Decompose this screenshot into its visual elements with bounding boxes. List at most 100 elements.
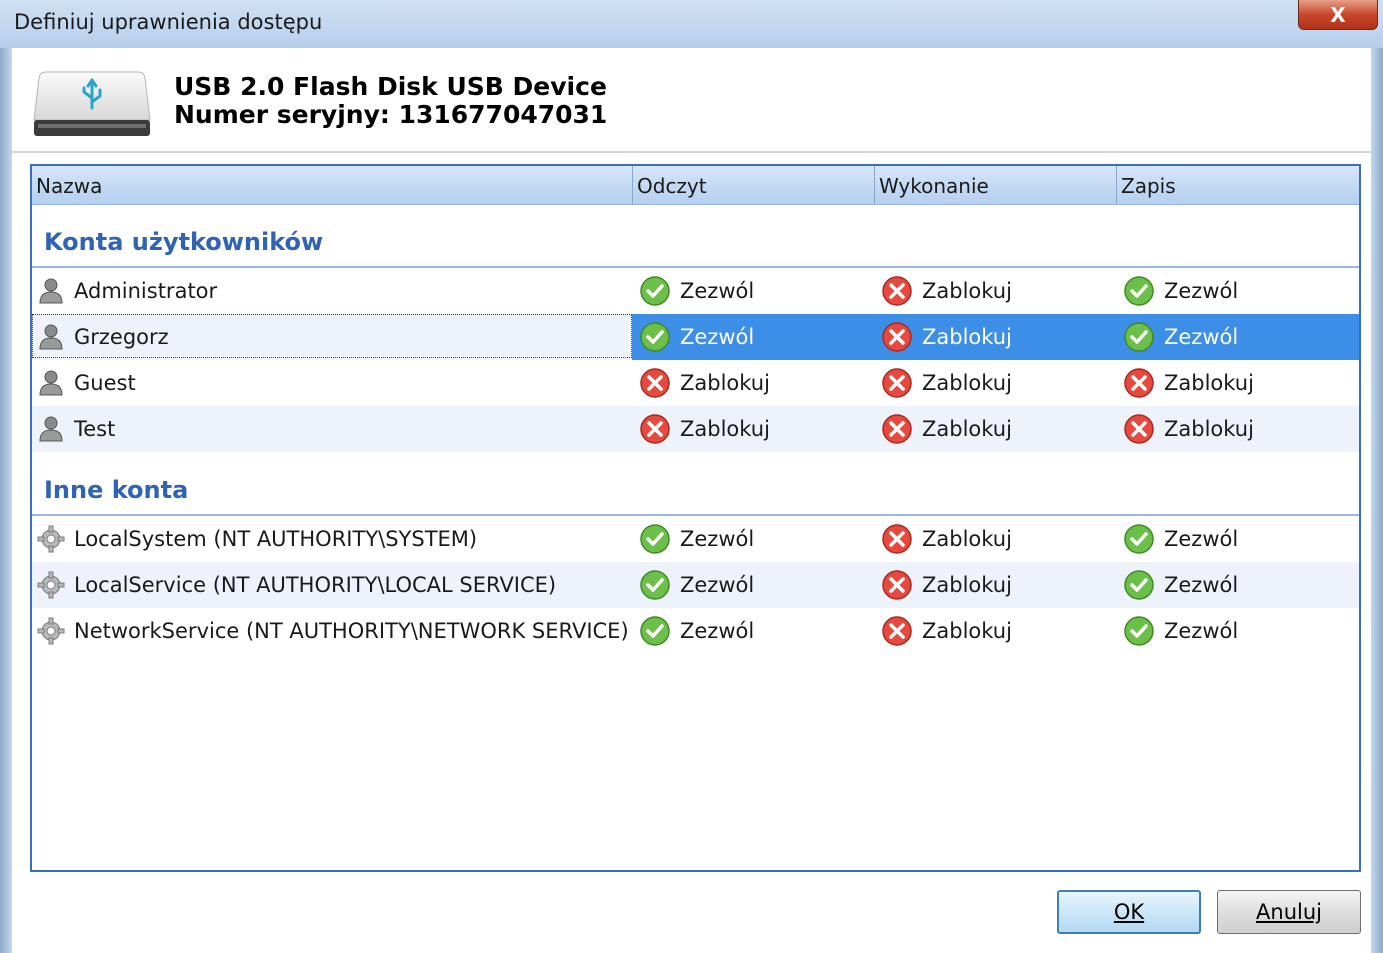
column-header-read[interactable]: Odczyt	[632, 166, 874, 204]
permission-write-cell[interactable]: Zezwól	[1122, 314, 1238, 360]
deny-x-icon	[638, 366, 672, 400]
deny-x-icon	[880, 614, 914, 648]
permission-read-cell[interactable]: Zezwól	[638, 314, 754, 360]
permission-write-cell[interactable]: Zablokuj	[1122, 360, 1254, 406]
account-name: Administrator	[74, 279, 218, 303]
permissions-dialog: Definiuj uprawnienia dostępu X USB 2.0 F…	[0, 0, 1383, 953]
deny-x-icon	[638, 412, 672, 446]
table-row[interactable]: Test Zablokuj Zablokuj Zablokuj	[32, 406, 1359, 452]
gear-icon	[36, 524, 66, 554]
deny-x-icon	[880, 274, 914, 308]
permission-write-cell[interactable]: Zezwól	[1122, 516, 1238, 562]
account-name: NetworkService (NT AUTHORITY\NETWORK SER…	[74, 619, 629, 643]
account-name: LocalSystem (NT AUTHORITY\SYSTEM)	[74, 527, 478, 551]
permission-value: Zezwól	[680, 527, 755, 551]
allow-check-icon	[1122, 614, 1156, 648]
account-name-cell: Guest	[36, 360, 136, 406]
account-name: Test	[74, 417, 116, 441]
account-name-cell: NetworkService (NT AUTHORITY\NETWORK SER…	[36, 608, 629, 654]
window-frame-left	[0, 48, 12, 953]
permission-value: Zablokuj	[1164, 417, 1254, 441]
account-name-cell: Grzegorz	[36, 314, 169, 360]
window-title: Definiuj uprawnienia dostępu	[14, 10, 323, 34]
ok-button[interactable]: OK	[1057, 890, 1201, 934]
account-name: LocalService (NT AUTHORITY\LOCAL SERVICE…	[74, 573, 557, 597]
permission-execute-cell[interactable]: Zablokuj	[880, 516, 1012, 562]
gear-icon	[36, 616, 66, 646]
account-name-cell: LocalSystem (NT AUTHORITY\SYSTEM)	[36, 516, 477, 562]
header-divider	[12, 151, 1371, 153]
allow-check-icon	[1122, 522, 1156, 556]
table-row[interactable]: Guest Zablokuj Zablokuj Zablokuj	[32, 360, 1359, 406]
window-frame-right	[1371, 48, 1383, 953]
permission-value: Zezwól	[1164, 325, 1239, 349]
device-serial: Numer seryjny: 131677047031	[174, 100, 608, 129]
permission-write-cell[interactable]: Zezwól	[1122, 268, 1238, 314]
permission-read-cell[interactable]: Zezwól	[638, 516, 754, 562]
table-row[interactable]: NetworkService (NT AUTHORITY\NETWORK SER…	[32, 608, 1359, 654]
permission-value: Zablokuj	[922, 371, 1012, 395]
user-icon	[36, 368, 66, 398]
permission-value: Zablokuj	[922, 417, 1012, 441]
permission-value: Zezwól	[1164, 573, 1239, 597]
table-header: Nazwa Odczyt Wykonanie Zapis	[32, 166, 1359, 205]
deny-x-icon	[880, 366, 914, 400]
close-button[interactable]: X	[1298, 0, 1378, 30]
deny-x-icon	[1122, 366, 1156, 400]
permission-read-cell[interactable]: Zezwól	[638, 608, 754, 654]
permission-value: Zezwól	[680, 325, 755, 349]
allow-check-icon	[638, 320, 672, 354]
allow-check-icon	[1122, 568, 1156, 602]
deny-x-icon	[880, 568, 914, 602]
account-name-cell: LocalService (NT AUTHORITY\LOCAL SERVICE…	[36, 562, 556, 608]
title-bar[interactable]: Definiuj uprawnienia dostępu X	[0, 0, 1383, 48]
permission-value: Zezwól	[680, 279, 755, 303]
permission-execute-cell[interactable]: Zablokuj	[880, 268, 1012, 314]
allow-check-icon	[1122, 320, 1156, 354]
user-icon	[36, 322, 66, 352]
permission-read-cell[interactable]: Zablokuj	[638, 360, 770, 406]
table-row[interactable]: Administrator Zezwól Zablokuj Zezwól	[32, 268, 1359, 314]
permission-value: Zablokuj	[1164, 371, 1254, 395]
column-header-name[interactable]: Nazwa	[32, 166, 632, 204]
permission-execute-cell[interactable]: Zablokuj	[880, 314, 1012, 360]
allow-check-icon	[638, 274, 672, 308]
permission-value: Zablokuj	[680, 371, 770, 395]
account-name-cell: Administrator	[36, 268, 217, 314]
permission-execute-cell[interactable]: Zablokuj	[880, 608, 1012, 654]
table-row[interactable]: LocalSystem (NT AUTHORITY\SYSTEM) Zezwól Z…	[32, 516, 1359, 562]
column-header-execute[interactable]: Wykonanie	[874, 166, 1116, 204]
permission-value: Zablokuj	[922, 619, 1012, 643]
user-icon	[36, 276, 66, 306]
dialog-body: USB 2.0 Flash Disk USB Device Numer sery…	[12, 48, 1371, 953]
permission-value: Zablokuj	[922, 573, 1012, 597]
allow-check-icon	[1122, 274, 1156, 308]
table-row[interactable]: Grzegorz Zezwól Zablokuj Zezwól	[32, 314, 1359, 360]
account-name-cell: Test	[36, 406, 115, 452]
usb-drive-icon	[33, 71, 151, 136]
permission-write-cell[interactable]: Zezwól	[1122, 562, 1238, 608]
permission-execute-cell[interactable]: Zablokuj	[880, 562, 1012, 608]
table-row[interactable]: LocalService (NT AUTHORITY\LOCAL SERVICE…	[32, 562, 1359, 608]
permission-value: Zablokuj	[680, 417, 770, 441]
permission-write-cell[interactable]: Zezwól	[1122, 608, 1238, 654]
permission-write-cell[interactable]: Zablokuj	[1122, 406, 1254, 452]
allow-check-icon	[638, 522, 672, 556]
permission-read-cell[interactable]: Zezwól	[638, 268, 754, 314]
column-header-write[interactable]: Zapis	[1116, 166, 1359, 204]
gear-icon	[36, 570, 66, 600]
device-header: USB 2.0 Flash Disk USB Device Numer sery…	[12, 48, 1371, 151]
deny-x-icon	[880, 320, 914, 354]
permission-value: Zablokuj	[922, 527, 1012, 551]
permission-execute-cell[interactable]: Zablokuj	[880, 406, 1012, 452]
cancel-button[interactable]: Anuluj	[1217, 890, 1361, 934]
permission-read-cell[interactable]: Zezwól	[638, 562, 754, 608]
permission-value: Zezwól	[680, 619, 755, 643]
deny-x-icon	[1122, 412, 1156, 446]
permission-read-cell[interactable]: Zablokuj	[638, 406, 770, 452]
permission-execute-cell[interactable]: Zablokuj	[880, 360, 1012, 406]
permissions-table[interactable]: Nazwa Odczyt Wykonanie Zapis Konta użytk…	[30, 164, 1361, 872]
account-name: Guest	[74, 371, 136, 395]
deny-x-icon	[880, 522, 914, 556]
permission-value: Zablokuj	[922, 325, 1012, 349]
